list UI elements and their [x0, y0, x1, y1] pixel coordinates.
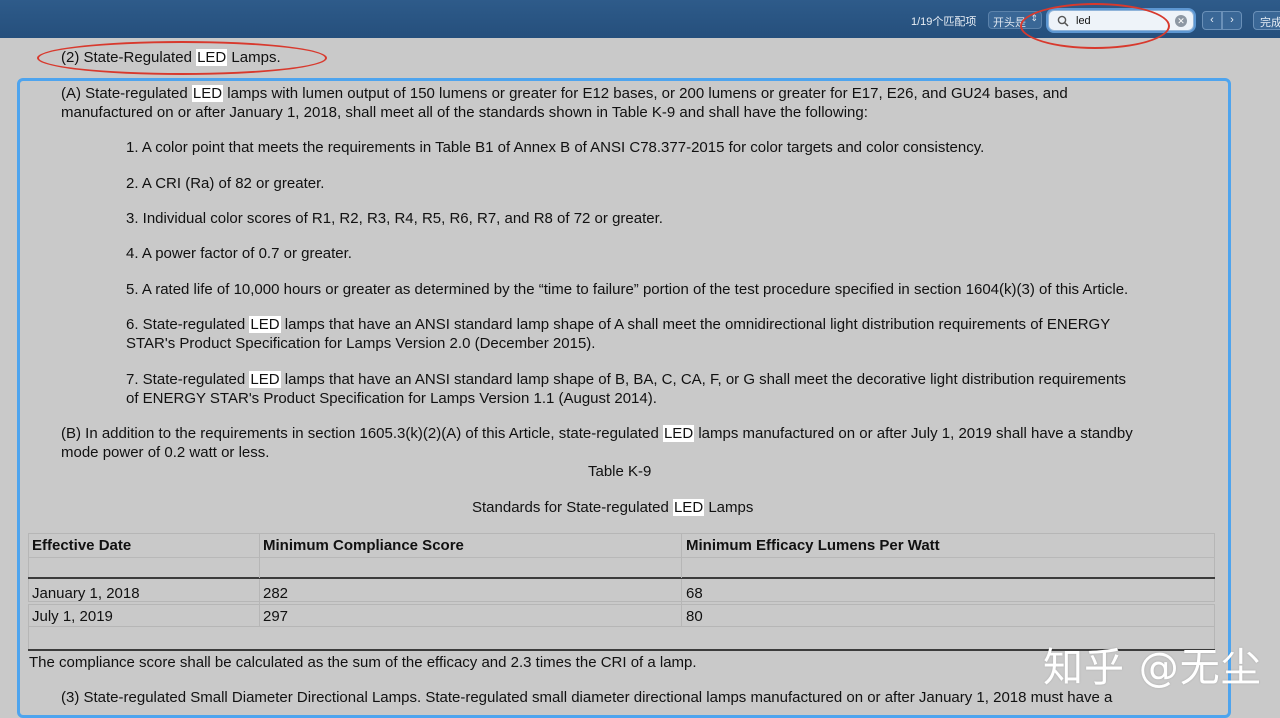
search-highlight: LED	[662, 425, 695, 442]
list-item-3: 3. Individual color scores of R1, R2, R3…	[126, 210, 663, 227]
list-item-6-line-1: 6. State-regulated LED lamps that have a…	[126, 316, 1111, 333]
list-item-4: 4. A power factor of 0.7 or greater.	[126, 245, 352, 262]
table-row	[28, 604, 1215, 627]
list-item-2: 2. A CRI (Ra) of 82 or greater.	[126, 175, 325, 192]
next-match-button[interactable]: ›	[1222, 11, 1242, 30]
table-caption: Standards for State-regulated LED Lamps	[472, 499, 754, 516]
section-3-heading: (3) State-regulated Small Diameter Direc…	[61, 689, 1113, 706]
match-count: 1/19个匹配项	[911, 16, 977, 28]
compliance-note: The compliance score shall be calculated…	[29, 654, 697, 671]
search-field[interactable]: ✕	[1048, 10, 1194, 31]
paragraph-b-line-2: mode power of 0.2 watt or less.	[61, 444, 270, 461]
match-mode-label: 开头是	[993, 17, 1026, 29]
table-cell: 282	[263, 585, 289, 602]
chevron-updown-icon: ⇕	[1030, 13, 1038, 23]
table-row	[28, 579, 1215, 602]
table-cell: July 1, 2019	[32, 608, 113, 625]
find-bar: 1/19个匹配项 开头是 ⇕ ✕ ‹ › 完成	[0, 0, 1280, 38]
search-highlight: LED	[249, 316, 281, 333]
paragraph-b-line-1: (B) In addition to the requirements in s…	[61, 425, 1133, 442]
search-highlight: LED	[196, 49, 228, 66]
table-label: Table K-9	[588, 463, 652, 480]
table-cell: 68	[686, 585, 703, 602]
column-header-effective-date: Effective Date	[32, 537, 132, 554]
table-cell: January 1, 2018	[32, 585, 140, 602]
search-highlight: LED	[191, 85, 224, 102]
table-header-row	[28, 533, 1215, 557]
paragraph-a-line-2: manufactured on or after January 1, 2018…	[61, 104, 868, 121]
previous-match-button[interactable]: ‹	[1202, 11, 1222, 30]
list-item-5: 5. A rated life of 10,000 hours or great…	[126, 281, 1129, 298]
column-divider	[259, 533, 260, 578]
list-item-7-line-1: 7. State-regulated LED lamps that have a…	[126, 371, 1127, 388]
column-header-compliance-score: Minimum Compliance Score	[263, 537, 464, 554]
search-highlight: LED	[249, 371, 281, 388]
list-item-6-line-2: STAR's Product Specification for Lamps V…	[126, 335, 596, 352]
match-mode-dropdown[interactable]: 开头是 ⇕	[988, 11, 1042, 29]
done-button[interactable]: 完成	[1253, 11, 1280, 30]
list-item-1: 1. A color point that meets the requirem…	[126, 139, 985, 156]
column-divider	[259, 579, 260, 627]
column-divider	[681, 533, 682, 578]
section-2-heading: (2) State-Regulated LED Lamps.	[61, 49, 281, 66]
table-cell: 80	[686, 608, 703, 625]
table-cell: 297	[263, 608, 289, 625]
watermark: 知乎 @无尘	[1043, 645, 1262, 691]
search-highlight: LED	[672, 499, 705, 516]
table-spacer-row	[28, 627, 1215, 649]
table-spacer-row	[28, 557, 1215, 578]
list-item-7-line-2: of ENERGY STAR's Product Specification f…	[126, 390, 657, 407]
paragraph-a-line-1: (A) State-regulated LED lamps with lumen…	[61, 85, 1068, 102]
column-divider	[681, 579, 682, 627]
search-icon	[1057, 15, 1069, 27]
clear-search-icon[interactable]: ✕	[1175, 15, 1187, 27]
table-divider	[28, 649, 1215, 651]
column-header-efficacy: Minimum Efficacy Lumens Per Watt	[686, 537, 940, 554]
search-input[interactable]	[1076, 13, 1172, 28]
